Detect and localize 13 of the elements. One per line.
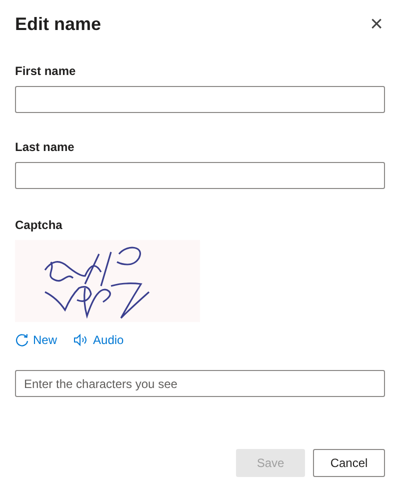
cancel-button[interactable]: Cancel (313, 449, 385, 477)
text-field[interactable] (15, 162, 385, 189)
text-field[interactable] (15, 86, 385, 113)
field-label: First name (15, 63, 77, 80)
captcha-field[interactable]: Enter the characters you see (15, 370, 385, 397)
field-label: Last name (15, 139, 76, 156)
speaker-icon (73, 333, 90, 347)
dialog-title: Edit name (15, 15, 102, 33)
new-link[interactable]: New (15, 331, 58, 349)
field-label: Captcha (15, 217, 64, 234)
refresh-icon (15, 333, 29, 347)
audio-link[interactable]: Audio (73, 331, 124, 349)
close-button[interactable]: × (368, 13, 385, 35)
